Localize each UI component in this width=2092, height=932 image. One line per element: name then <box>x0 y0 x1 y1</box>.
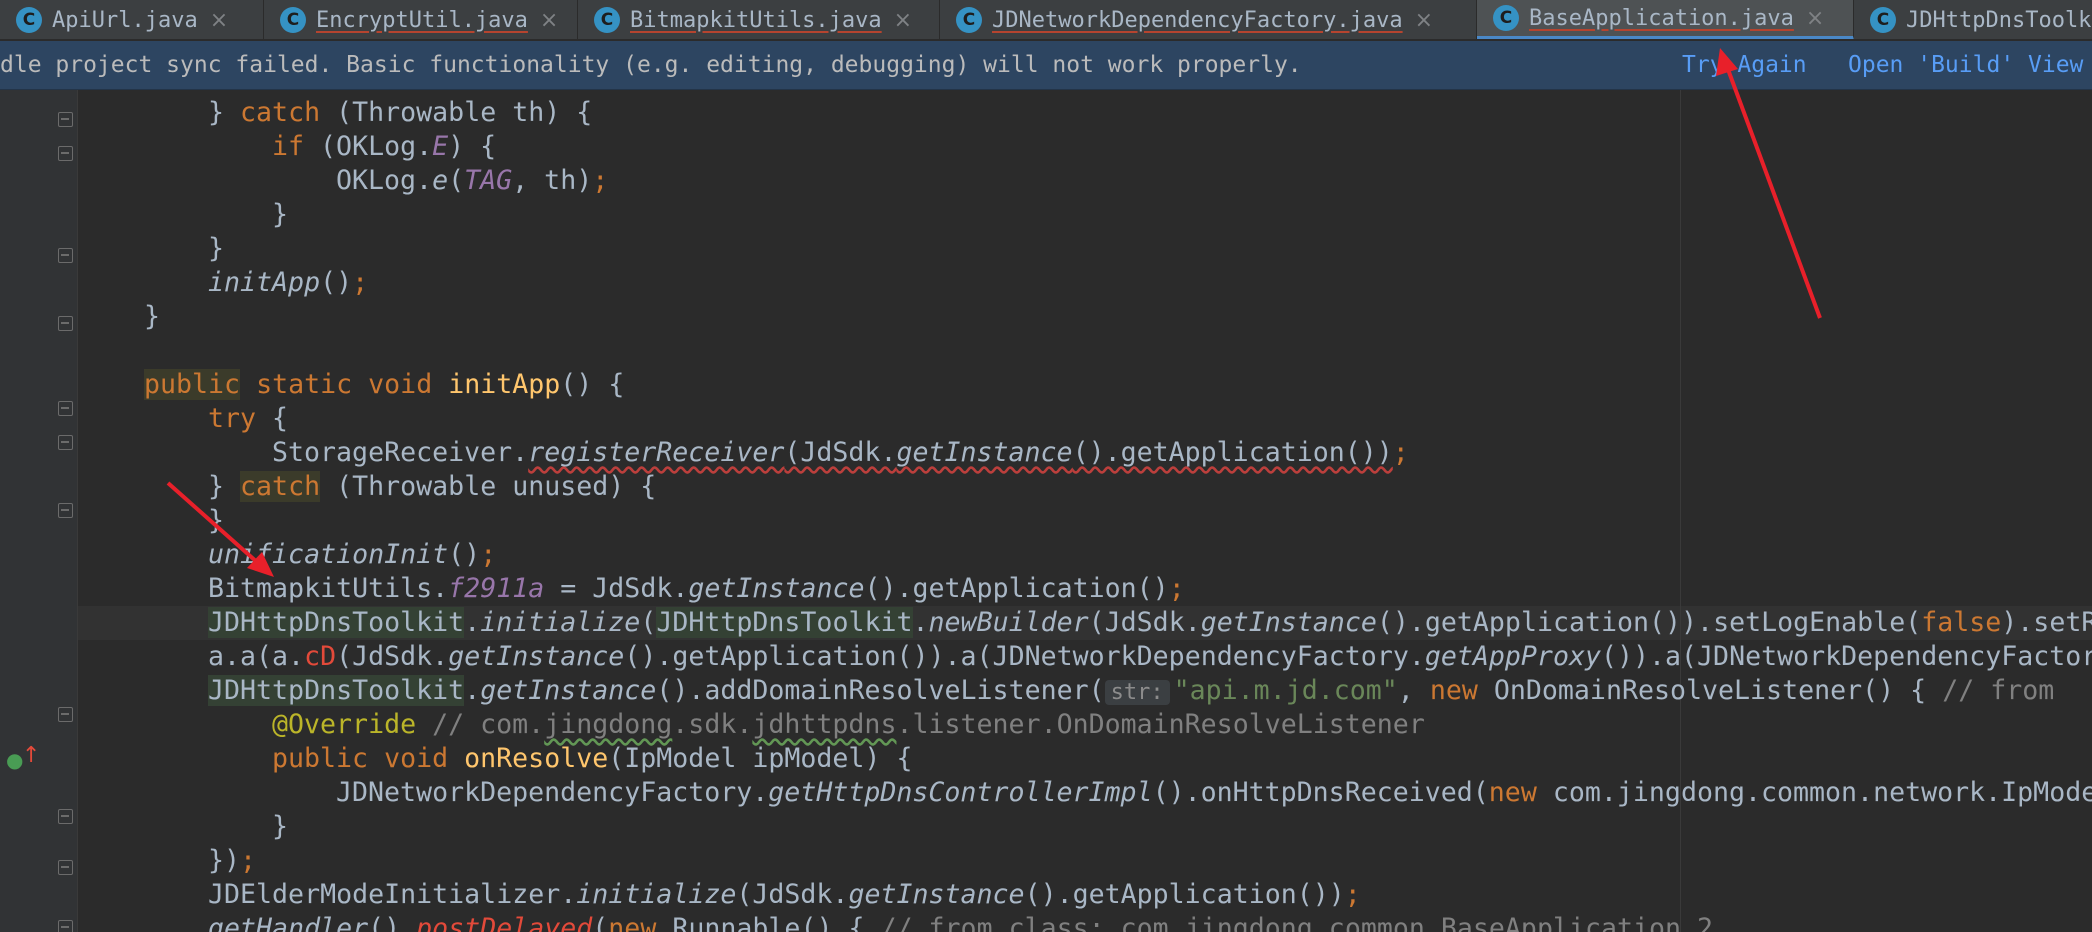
code-line: } catch (Throwable unused) { <box>208 471 657 502</box>
code-line: @Override // com.jingdong.sdk.jdhttpdns.… <box>272 709 1425 740</box>
open-build-view-link[interactable]: Open 'Build' View <box>1848 41 2083 89</box>
fold-marker-icon[interactable] <box>58 112 73 127</box>
fold-marker-icon[interactable] <box>58 503 73 518</box>
banner-message: dle project sync failed. Basic functiona… <box>0 52 1302 78</box>
class-icon: C <box>594 7 620 33</box>
tab-apiurl[interactable]: C ApiUrl.java × <box>0 0 264 39</box>
try-again-link[interactable]: Try Again <box>1682 41 1807 89</box>
close-icon[interactable]: × <box>1806 6 1824 31</box>
tab-label: ApiUrl.java <box>52 7 198 33</box>
code-line: initApp(); <box>208 267 369 298</box>
sync-failed-banner: dle project sync failed. Basic functiona… <box>0 41 2092 90</box>
code-line: StorageReceiver.registerReceiver(JdSdk.g… <box>272 437 1409 468</box>
close-icon[interactable]: × <box>210 8 228 33</box>
tab-jdnetworkdependencyfactory[interactable]: C JDNetworkDependencyFactory.java × <box>940 0 1477 39</box>
code-line: } <box>208 233 225 264</box>
fold-marker-icon[interactable] <box>58 707 73 722</box>
code-line: JDElderModeInitializer.initialize(JdSdk.… <box>208 879 1361 910</box>
fold-marker-icon[interactable] <box>58 248 73 263</box>
tab-encryptutil[interactable]: C EncryptUtil.java × <box>264 0 578 39</box>
tab-label: EncryptUtil.java <box>316 7 528 33</box>
editor-tab-bar: C ApiUrl.java × C EncryptUtil.java × C B… <box>0 0 2092 40</box>
code-line: unificationInit(); <box>208 539 497 570</box>
editor-gutter[interactable]: ● ↑ <box>0 90 78 932</box>
tab-jdhttpdnstoolkit[interactable]: C JDHttpDnsToolk <box>1854 0 2092 39</box>
code-line: try { <box>208 403 289 434</box>
fold-marker-icon[interactable] <box>58 401 73 416</box>
close-icon[interactable]: × <box>1415 8 1433 33</box>
tab-baseapplication[interactable]: C BaseApplication.java × <box>1477 0 1854 39</box>
fold-marker-icon[interactable] <box>58 146 73 161</box>
fold-marker-icon[interactable] <box>58 809 73 824</box>
fold-marker-icon[interactable] <box>58 860 73 875</box>
code-line: getHandler().postDelayed(new Runnable() … <box>208 913 1714 932</box>
code-line: } <box>208 505 225 536</box>
code-line: OKLog.e(TAG, th); <box>336 165 609 196</box>
fold-marker-icon[interactable] <box>58 920 73 932</box>
code-line: } catch (Throwable th) { <box>208 97 593 128</box>
tab-label: BitmapkitUtils.java <box>630 7 882 33</box>
class-icon: C <box>16 7 42 33</box>
code-line: JDHttpDnsToolkit.getInstance().addDomain… <box>208 675 2055 706</box>
fold-marker-icon[interactable] <box>58 316 73 331</box>
implements-method-icon[interactable]: ● <box>6 748 23 772</box>
code-line: public void onResolve(IpModel ipModel) { <box>272 743 913 774</box>
code-line: JDNetworkDependencyFactory.getHttpDnsCon… <box>336 777 2092 808</box>
fold-marker-icon[interactable] <box>58 435 73 450</box>
code-line: a.a(a.cD(JdSdk.getInstance().getApplicat… <box>208 641 2092 672</box>
parameter-hint: str: <box>1104 680 1170 705</box>
code-line: } <box>272 199 289 230</box>
code-line: JDHttpDnsToolkit.initialize(JDHttpDnsToo… <box>208 607 2092 638</box>
code-line: } <box>272 811 289 842</box>
tab-label: JDNetworkDependencyFactory.java <box>992 7 1403 33</box>
code-line: BitmapkitUtils.f2911a = JdSdk.getInstanc… <box>208 573 1185 604</box>
override-arrow-icon: ↑ <box>22 743 41 768</box>
close-icon[interactable]: × <box>540 8 558 33</box>
class-icon: C <box>280 7 306 33</box>
code-line: }); <box>208 845 257 876</box>
class-icon: C <box>1493 5 1519 31</box>
code-line: public static void initApp() { <box>144 369 625 400</box>
class-icon: C <box>1870 7 1896 33</box>
code-line: if (OKLog.E) { <box>272 131 497 162</box>
code-line: } <box>144 301 161 332</box>
code-editor[interactable]: ● ↑ } catch (Throwable th) { if (OKLog.E… <box>0 90 2092 932</box>
class-icon: C <box>956 7 982 33</box>
tab-label: BaseApplication.java <box>1529 5 1794 31</box>
tab-label: JDHttpDnsToolk <box>1906 7 2092 33</box>
close-icon[interactable]: × <box>894 8 912 33</box>
tab-bitmapkitutils[interactable]: C BitmapkitUtils.java × <box>578 0 940 39</box>
